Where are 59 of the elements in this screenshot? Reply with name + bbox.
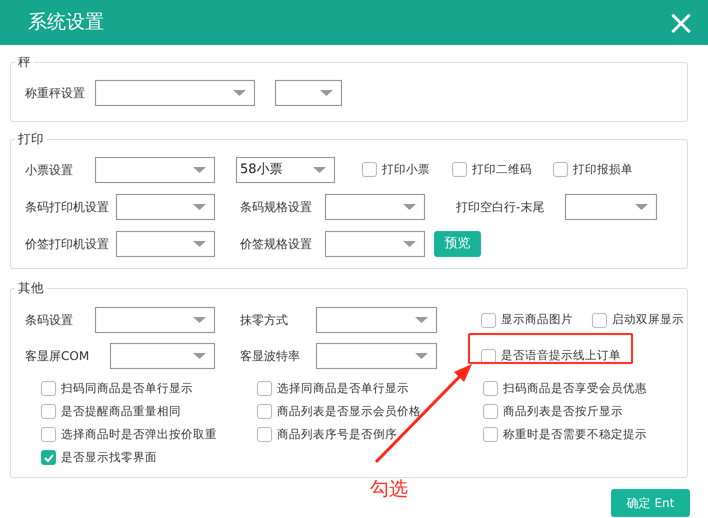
check-icon xyxy=(42,452,54,464)
checkbox[interactable]: 打印报损单 xyxy=(553,160,633,178)
select-field[interactable] xyxy=(316,307,437,333)
section-title: 其他 xyxy=(15,280,47,296)
checkbox[interactable]: 启动双屏显示 xyxy=(592,311,684,329)
checkbox[interactable]: 商品列表是否按斤显示 xyxy=(483,402,623,420)
checkbox[interactable]: 选择同商品是否单行显示 xyxy=(257,380,409,398)
select-field[interactable] xyxy=(95,80,255,106)
checkbox[interactable]: 显示商品图片 xyxy=(481,311,573,329)
caret-icon xyxy=(193,317,206,323)
caret-icon xyxy=(415,353,428,359)
caret-icon xyxy=(193,353,206,359)
select-field[interactable] xyxy=(565,194,657,220)
checkbox[interactable]: 是否显示找零界面 xyxy=(41,448,157,466)
select-field[interactable] xyxy=(95,156,215,182)
field-label: 抹零方式 xyxy=(240,312,288,329)
field-label: 条码设置 xyxy=(25,312,73,329)
checkbox[interactable]: 扫码同商品是否单行显示 xyxy=(41,380,193,398)
field-label: 称重秤设置 xyxy=(25,85,85,102)
checkbox[interactable]: 是否提醒商品重量相同 xyxy=(41,402,181,420)
field-label: 打印空白行-末尾 xyxy=(456,198,544,216)
caret-icon xyxy=(403,240,416,246)
caret-icon xyxy=(193,204,206,210)
checkbox[interactable]: 打印二维码 xyxy=(452,160,532,178)
field-label: 价签规格设置 xyxy=(240,236,312,252)
select-field[interactable] xyxy=(110,343,215,369)
select-field[interactable] xyxy=(325,194,425,220)
field-label: 条码打印机设置 xyxy=(25,198,109,216)
checkbox[interactable]: 打印小票 xyxy=(362,160,430,178)
caret-icon xyxy=(233,90,246,96)
select-field[interactable] xyxy=(116,194,215,220)
field-label: 客显屏COM xyxy=(25,348,90,365)
caret-icon xyxy=(313,166,326,172)
annotation-text: 勾选 xyxy=(370,477,408,502)
field-label: 小票设置 xyxy=(25,162,73,178)
window-title: 系统设置 xyxy=(28,10,104,36)
section-title: 打印 xyxy=(15,131,47,147)
field-label: 条码规格设置 xyxy=(240,198,312,216)
select-field[interactable]: 58小票 xyxy=(236,156,335,182)
caret-icon xyxy=(403,204,416,210)
caret-icon xyxy=(193,240,206,246)
caret-icon xyxy=(415,317,428,323)
caret-icon xyxy=(193,166,206,172)
select-field[interactable] xyxy=(275,80,342,106)
select-field[interactable] xyxy=(116,230,215,256)
checkbox[interactable]: 商品列表序号是否倒序 xyxy=(257,426,397,444)
caret-icon xyxy=(320,90,333,96)
checkbox[interactable]: 称重时是否需要不稳定提示 xyxy=(483,426,647,444)
checkbox[interactable]: 扫码商品是否享受会员优惠 xyxy=(483,380,647,398)
checkbox[interactable]: 商品列表是否显示会员价格 xyxy=(257,402,421,420)
field-label: 客显波特率 xyxy=(240,348,300,365)
select-field[interactable] xyxy=(316,343,437,369)
select-field[interactable] xyxy=(95,307,215,333)
field-label: 价签打印机设置 xyxy=(25,236,109,252)
select-field[interactable] xyxy=(325,230,425,256)
checkbox[interactable]: 选择商品时是否弹出按价取重 xyxy=(41,426,217,444)
caret-icon xyxy=(635,204,648,210)
section-title: 秤 xyxy=(15,54,34,70)
checkbox[interactable]: 是否语音提示线上订单 xyxy=(481,347,621,365)
